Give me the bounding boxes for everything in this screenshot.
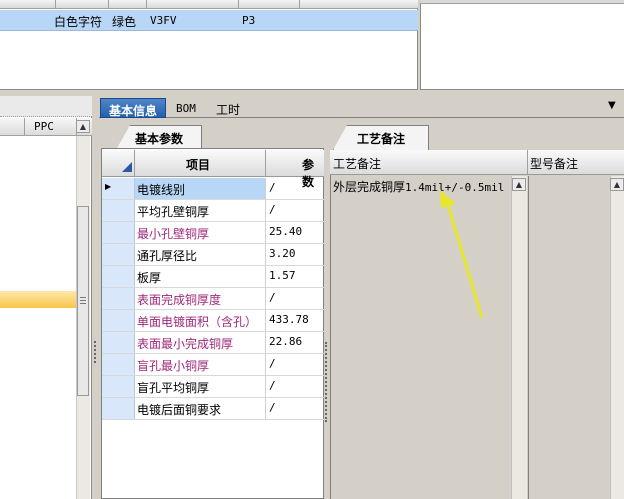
yellow-arrow-annotation — [440, 190, 484, 319]
